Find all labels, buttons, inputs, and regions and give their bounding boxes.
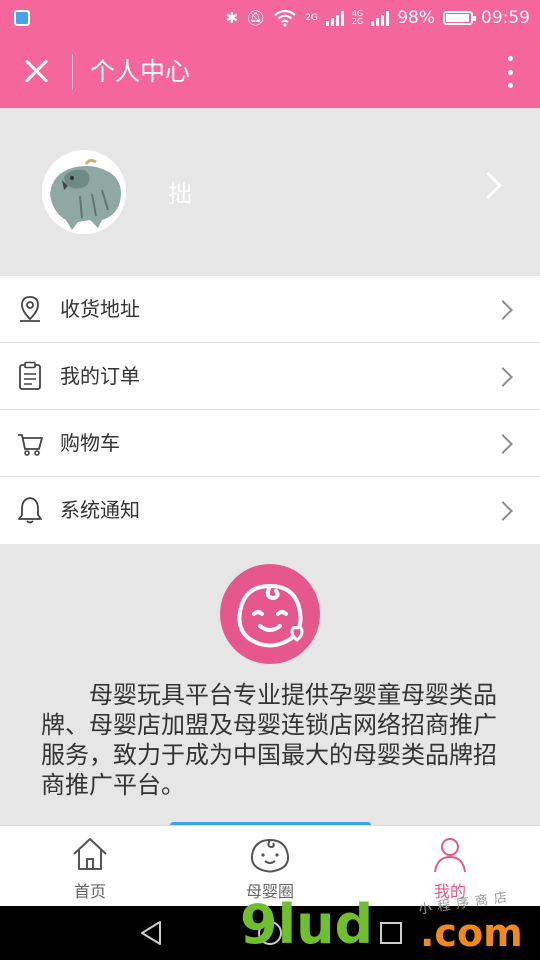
- bear-avatar-image: [42, 150, 126, 234]
- clock: 09:59: [481, 8, 530, 28]
- more-options-icon[interactable]: [506, 56, 514, 88]
- title-bar: 个人中心: [0, 36, 540, 108]
- menu-item-notifications[interactable]: 系统通知: [0, 477, 540, 544]
- clipboard-icon: [19, 361, 41, 390]
- person-icon: [434, 838, 466, 873]
- about-section: 母婴玩具平台专业提供孕婴童母婴类品牌、母婴店加盟及母婴连锁店网络招商推广服务，致…: [0, 546, 540, 825]
- profile-header[interactable]: 拙: [0, 108, 540, 276]
- baby-face-icon: [250, 838, 290, 873]
- gallery-notification-icon: [14, 10, 30, 26]
- system-nav-bar: [0, 906, 540, 960]
- title-divider: [72, 54, 73, 90]
- chevron-right-icon: [493, 434, 513, 454]
- recents-icon[interactable]: [378, 918, 404, 948]
- baby-logo-icon: [220, 564, 320, 664]
- home-nav-icon[interactable]: [256, 918, 284, 948]
- location-pin-icon: [20, 296, 40, 322]
- menu-item-orders[interactable]: 我的订单: [0, 343, 540, 410]
- menu-item-label: 系统通知: [60, 498, 140, 522]
- status-right: ✱ 🔕︎ 2G 4G 2G 98% 09:59: [226, 6, 530, 30]
- avatar[interactable]: [42, 150, 126, 234]
- signal-bars-2-icon: [371, 10, 390, 26]
- username: 拙: [168, 180, 192, 208]
- network-type-label: 2G: [305, 12, 318, 23]
- chevron-right-icon: [475, 172, 502, 199]
- cart-icon: [18, 434, 43, 456]
- signal-bars-icon: [325, 10, 344, 26]
- wifi-icon: [274, 9, 296, 27]
- tab-label: 首页: [73, 882, 106, 901]
- bluetooth-icon: ✱: [225, 8, 239, 27]
- back-icon[interactable]: [138, 918, 164, 948]
- home-icon: [73, 838, 107, 870]
- tab-mine[interactable]: 我的: [360, 826, 540, 907]
- menu-list: 收货地址 我的订单 购物车 系统通知: [0, 276, 540, 544]
- menu-item-label: 我的订单: [60, 364, 140, 388]
- status-bar: ✱ 🔕︎ 2G 4G 2G 98% 09:59: [0, 0, 540, 36]
- menu-item-address[interactable]: 收货地址: [0, 276, 540, 343]
- about-description: 母婴玩具平台专业提供孕婴童母婴类品牌、母婴店加盟及母婴连锁店网络招商推广服务，致…: [41, 681, 497, 799]
- close-icon[interactable]: [22, 56, 52, 86]
- battery-icon: [443, 11, 476, 25]
- menu-item-cart[interactable]: 购物车: [0, 410, 540, 477]
- bell-icon: [18, 497, 42, 524]
- network-type-label-2: 4G 2G: [351, 9, 364, 26]
- chevron-right-icon: [493, 367, 513, 387]
- tab-community[interactable]: 母婴圈: [180, 826, 360, 907]
- menu-item-label: 购物车: [60, 431, 120, 455]
- page-title: 个人中心: [90, 57, 191, 86]
- mute-icon: 🔕︎: [246, 8, 266, 27]
- battery-percent: 98%: [397, 8, 435, 28]
- tab-label: 我的: [433, 882, 466, 901]
- tab-home[interactable]: 首页: [0, 826, 180, 907]
- chevron-right-icon: [493, 501, 513, 521]
- tab-label: 母婴圈: [245, 882, 294, 901]
- bottom-tab-bar: 首页 母婴圈 我的: [0, 825, 540, 906]
- chevron-right-icon: [493, 300, 513, 320]
- menu-item-label: 收货地址: [60, 297, 140, 321]
